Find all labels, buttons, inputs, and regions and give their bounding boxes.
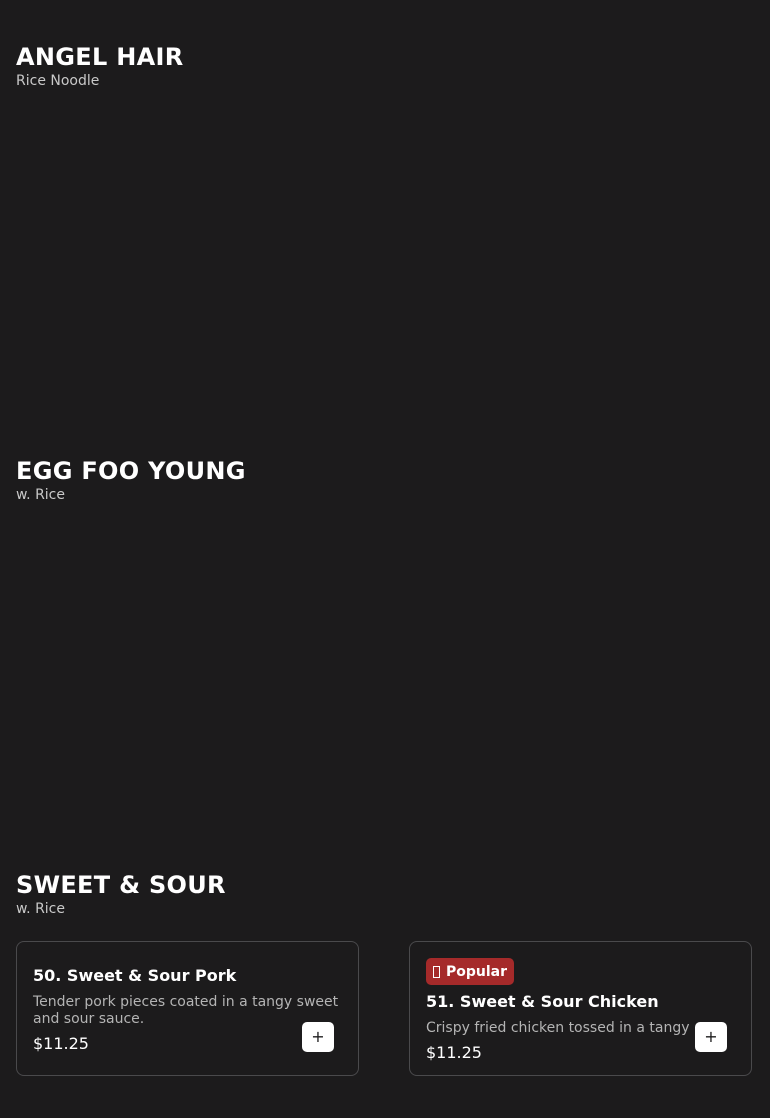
menu-item-description: Tender pork pieces coated in a tangy swe… [33, 994, 339, 1027]
section-subtitle: Rice Noodle [16, 73, 100, 89]
menu-item-card[interactable]: Popular 51. Sweet & Sour Chicken Crispy … [409, 941, 752, 1076]
menu-item-price: $11.25 [33, 1034, 89, 1053]
menu-item-name: 51. Sweet & Sour Chicken [426, 992, 659, 1011]
section-title: SWEET & SOUR [16, 871, 226, 899]
popular-badge: Popular [426, 958, 515, 985]
flame-icon [433, 965, 440, 978]
menu-item-card[interactable]: 50. Sweet & Sour Pork Tender pork pieces… [16, 941, 359, 1076]
section-angel-hair: ANGEL HAIR Rice Noodle [16, 42, 754, 90]
menu-item-grid: 50. Sweet & Sour Pork Tender pork pieces… [16, 941, 754, 1078]
menu-item-price: $11.25 [426, 1043, 482, 1062]
menu-item-name: 50. Sweet & Sour Pork [33, 966, 237, 985]
section-subtitle: w. Rice [16, 901, 65, 917]
section-egg-foo-young: EGG FOO YOUNG w. Rice [16, 456, 754, 504]
section-subtitle: w. Rice [16, 487, 65, 503]
add-to-cart-button[interactable]: + [695, 1022, 727, 1052]
section-title: ANGEL HAIR [16, 43, 184, 71]
section-sweet-and-sour: SWEET & SOUR w. Rice [16, 870, 754, 918]
badge-label: Popular [446, 963, 508, 980]
add-to-cart-button[interactable]: + [302, 1022, 334, 1052]
section-title: EGG FOO YOUNG [16, 457, 246, 485]
menu-item-description: Crispy fried chicken tossed in a tangy . [426, 1020, 699, 1036]
